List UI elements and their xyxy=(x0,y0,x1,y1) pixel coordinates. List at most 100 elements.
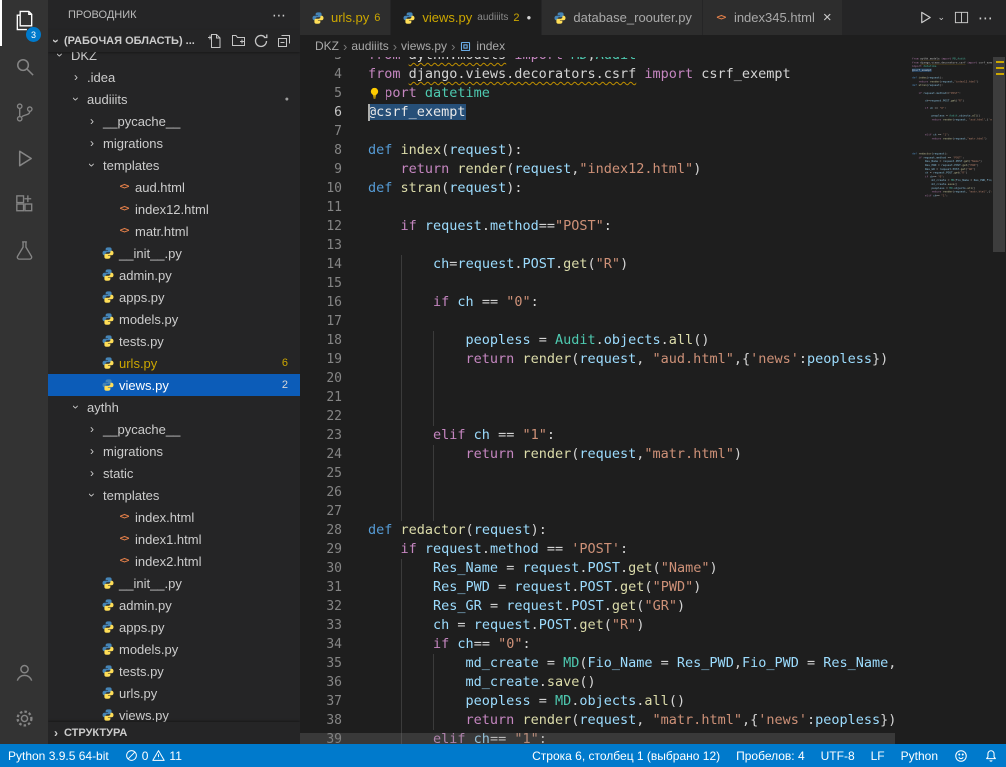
tree-item-matr.html[interactable]: <>matr.html xyxy=(48,220,300,242)
tree-item-label: tests.py xyxy=(119,334,164,349)
tree-item-views.py[interactable]: views.py2 xyxy=(48,374,300,396)
breadcrumb-item[interactable]: audiiits xyxy=(351,39,388,53)
tree-item-admin.py[interactable]: admin.py xyxy=(48,264,300,286)
horizontal-scrollbar[interactable] xyxy=(300,733,992,744)
tree-item-__init__.py[interactable]: __init__.py xyxy=(48,572,300,594)
breadcrumb-item[interactable]: DKZ xyxy=(315,39,339,53)
tree-item-DKZ[interactable]: ›DKZ xyxy=(48,52,300,66)
eol-status[interactable]: LF xyxy=(863,744,893,767)
cursor-position-status[interactable]: Строка 6, столбец 1 (выбрано 12) xyxy=(524,744,728,767)
tree-item-views.py[interactable]: views.py xyxy=(48,704,300,722)
tree-item-index1.html[interactable]: <>index1.html xyxy=(48,528,300,550)
tab-index345.html[interactable]: <>index345.html× xyxy=(703,0,843,35)
tree-item-index2.html[interactable]: <>index2.html xyxy=(48,550,300,572)
tab-views.py[interactable]: views.pyaudiiits2● xyxy=(391,0,542,35)
tree-item-label: aud.html xyxy=(135,180,185,195)
tab-urls.py[interactable]: urls.py6 xyxy=(300,0,391,35)
problems-status[interactable]: 0 11 xyxy=(117,744,190,767)
tree-item-__init__.py[interactable]: __init__.py xyxy=(48,242,300,264)
refresh-icon[interactable] xyxy=(253,33,269,49)
horizontal-scrollbar-thumb[interactable] xyxy=(300,733,895,744)
python-file-icon xyxy=(100,246,116,260)
testing-icon xyxy=(13,239,36,267)
warning-mark xyxy=(996,73,1004,75)
activity-bar-account[interactable] xyxy=(0,652,48,698)
problems-badge: 2 xyxy=(282,379,288,391)
activity-bar-testing[interactable] xyxy=(0,230,48,276)
explorer-actions xyxy=(207,33,292,49)
new-folder-icon[interactable] xyxy=(230,33,246,49)
encoding-status[interactable]: UTF-8 xyxy=(813,744,863,767)
editor-area[interactable]: 3456789101112131415161718192021222324252… xyxy=(300,57,1006,744)
activity-bar-explorer[interactable]: 3 xyxy=(0,0,48,46)
line-number: 17 xyxy=(300,312,368,331)
html-file-icon: <> xyxy=(116,204,132,214)
html-file-icon: <> xyxy=(116,512,132,522)
code-content[interactable]: from aythh.models import MD,Auditfrom dj… xyxy=(368,57,912,744)
tree-item-models.py[interactable]: models.py xyxy=(48,638,300,660)
tree-item-migrations[interactable]: ›migrations xyxy=(48,132,300,154)
notifications-button[interactable] xyxy=(976,744,1006,767)
tab-database_roouter.py[interactable]: database_roouter.py xyxy=(542,0,703,35)
outline-label: СТРУКТУРА xyxy=(64,727,127,739)
python-file-icon xyxy=(401,11,417,25)
tab-description: audiiits xyxy=(477,12,508,23)
tree-item-label: apps.py xyxy=(119,290,165,305)
workspace-section-header[interactable]: › (РАБОЧАЯ ОБЛАСТЬ) ... xyxy=(48,30,300,52)
activity-bar-search[interactable] xyxy=(0,46,48,92)
tree-item-apps.py[interactable]: apps.py xyxy=(48,286,300,308)
python-interpreter-status[interactable]: Python 3.9.5 64-bit xyxy=(0,744,117,767)
tree-item-apps.py[interactable]: apps.py xyxy=(48,616,300,638)
line-number: 12 xyxy=(300,217,368,236)
tree-item-templates[interactable]: ›templates xyxy=(48,154,300,176)
activity-bar-source-control[interactable] xyxy=(0,92,48,138)
editor-group: urls.py6views.pyaudiiits2●database_roout… xyxy=(300,0,1006,744)
indentation-label: Пробелов: 4 xyxy=(736,749,805,763)
tree-item-__pycache__[interactable]: ›__pycache__ xyxy=(48,418,300,440)
tree-item-admin.py[interactable]: admin.py xyxy=(48,594,300,616)
lightbulb-icon[interactable] xyxy=(368,84,386,103)
minimap[interactable]: from aythh.models import MD,Auditfrom dj… xyxy=(912,57,992,744)
vertical-scrollbar-thumb[interactable] xyxy=(993,57,1005,252)
tree-item-index12.html[interactable]: <>index12.html xyxy=(48,198,300,220)
indentation-status[interactable]: Пробелов: 4 xyxy=(728,744,813,767)
tree-item-static[interactable]: ›static xyxy=(48,462,300,484)
python-file-icon xyxy=(100,686,116,700)
tree-item-.idea[interactable]: ›.idea xyxy=(48,66,300,88)
new-file-icon[interactable] xyxy=(207,33,223,49)
tree-item-templates[interactable]: ›templates xyxy=(48,484,300,506)
feedback-button[interactable] xyxy=(946,744,976,767)
chevron-collapsed-icon: › xyxy=(48,726,64,740)
tree-item-tests.py[interactable]: tests.py xyxy=(48,330,300,352)
split-editor-icon[interactable] xyxy=(954,10,969,25)
activity-bar-run-debug[interactable] xyxy=(0,138,48,184)
tree-item-urls.py[interactable]: urls.py6 xyxy=(48,352,300,374)
tree-item-urls.py[interactable]: urls.py xyxy=(48,682,300,704)
run-dropdown-chevron-icon[interactable]: ⌄ xyxy=(937,12,945,23)
breadcrumb-symbol[interactable]: index xyxy=(476,39,505,53)
tree-item-aythh[interactable]: ›aythh xyxy=(48,396,300,418)
collapse-all-icon[interactable] xyxy=(276,33,292,49)
tree-item-__pycache__[interactable]: ›__pycache__ xyxy=(48,110,300,132)
outline-section-header[interactable]: › СТРУКТУРА xyxy=(48,722,300,744)
run-python-file-button[interactable] xyxy=(918,10,933,25)
code-line: from aythh.models import MD,Audit xyxy=(368,57,912,65)
bell-icon xyxy=(984,749,998,763)
close-icon[interactable]: × xyxy=(823,10,832,25)
tree-item-models.py[interactable]: models.py xyxy=(48,308,300,330)
modified-dot-icon: ● xyxy=(285,96,289,103)
tree-item-tests.py[interactable]: tests.py xyxy=(48,660,300,682)
breadcrumb-item[interactable]: views.py xyxy=(401,39,447,53)
vertical-scrollbar[interactable] xyxy=(992,57,1006,744)
language-mode-status[interactable]: Python xyxy=(893,744,946,767)
more-actions-icon[interactable]: ⋯ xyxy=(272,7,286,24)
tree-item-migrations[interactable]: ›migrations xyxy=(48,440,300,462)
activity-bar-extensions[interactable] xyxy=(0,184,48,230)
tree-item-index.html[interactable]: <>index.html xyxy=(48,506,300,528)
more-editor-actions-icon[interactable]: ⋯ xyxy=(978,9,994,27)
line-number: 18 xyxy=(300,331,368,350)
activity-bar-settings[interactable] xyxy=(0,698,48,744)
code-line: Res_Name = request.POST.get("Name") xyxy=(368,559,912,578)
tree-item-audiiits[interactable]: ›audiiits● xyxy=(48,88,300,110)
tree-item-aud.html[interactable]: <>aud.html xyxy=(48,176,300,198)
